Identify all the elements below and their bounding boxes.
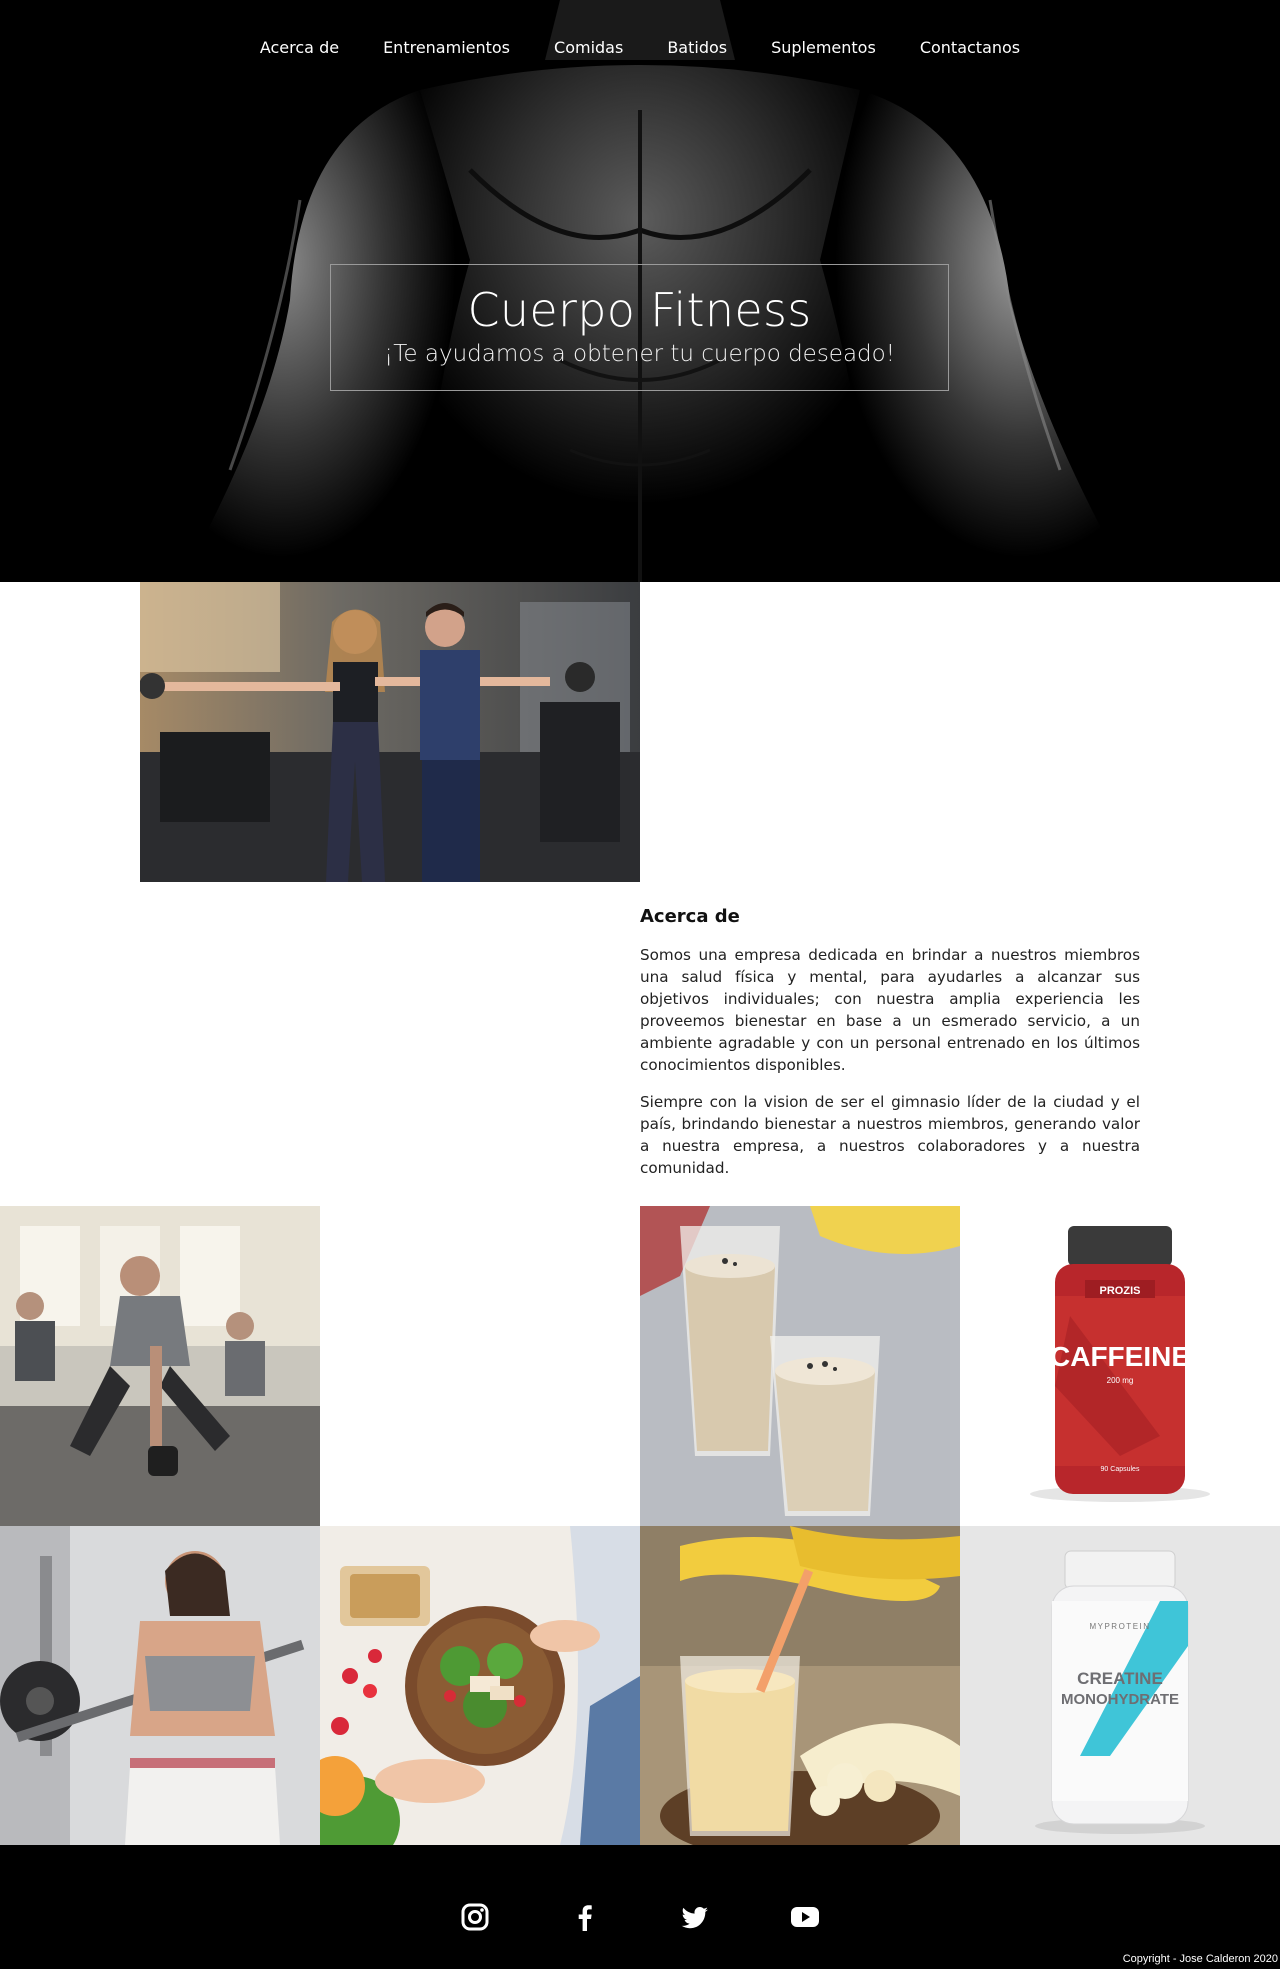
woman-barbell-photo bbox=[0, 1526, 320, 1845]
twitter-icon[interactable] bbox=[679, 1901, 711, 1933]
caffeine-count-text: 90 Capsules bbox=[1101, 1466, 1140, 1473]
about-heading: Acerca de bbox=[640, 906, 740, 927]
about-section: Acerca de Somos una empresa dedicada en … bbox=[640, 906, 1140, 1194]
banana-smoothie-photo bbox=[640, 1526, 960, 1845]
social-links bbox=[0, 1901, 1280, 1933]
creatine-brand-text: MYPROTEIN bbox=[1089, 1622, 1150, 1631]
caffeine-brand-text: PROZIS bbox=[1100, 1285, 1141, 1297]
instagram-icon[interactable] bbox=[459, 1901, 491, 1933]
about-paragraph-1: Somos una empresa dedicada en brindar a … bbox=[640, 946, 1140, 1074]
creatine-name-line2: MONOHYDRATE bbox=[1061, 1691, 1179, 1708]
caffeine-dose-text: 200 mg bbox=[1107, 1376, 1134, 1385]
nav-link-suplementos[interactable]: Suplementos bbox=[749, 38, 898, 57]
gym-trainer-photo bbox=[140, 582, 640, 882]
salad-bowl-photo bbox=[320, 1526, 640, 1845]
nav-link-contactanos[interactable]: Contactanos bbox=[898, 38, 1042, 57]
creatine-name-line1: CREATINE bbox=[1077, 1669, 1163, 1688]
copyright-text: Copyright - Jose Calderon 2020 bbox=[1122, 1953, 1278, 1965]
nav-link-batidos[interactable]: Batidos bbox=[645, 38, 749, 57]
hero-section: Acerca de Entrenamientos Comidas Batidos… bbox=[0, 0, 1280, 582]
creatine-supplement-photo: MYPROTEIN CREATINE MONOHYDRATE bbox=[960, 1526, 1280, 1845]
caffeine-name-text: CAFFEINE bbox=[1050, 1341, 1190, 1372]
main-nav: Acerca de Entrenamientos Comidas Batidos… bbox=[0, 38, 1280, 57]
nav-link-comidas[interactable]: Comidas bbox=[532, 38, 645, 57]
kettlebell-training-photo bbox=[0, 1206, 320, 1526]
nav-link-acerca-de[interactable]: Acerca de bbox=[238, 38, 361, 57]
facebook-icon[interactable] bbox=[569, 1901, 601, 1933]
hero-title: Cuerpo Fitness bbox=[467, 283, 812, 337]
protein-shake-glasses-photo bbox=[640, 1206, 960, 1526]
nav-link-entrenamientos[interactable]: Entrenamientos bbox=[361, 38, 532, 57]
hero-subtitle: ¡Te ayudamos a obtener tu cuerpo deseado… bbox=[384, 341, 895, 367]
caffeine-supplement-photo: PROZIS CAFFEINE 200 mg 90 Capsules bbox=[960, 1206, 1280, 1526]
footer: Copyright - Jose Calderon 2020 bbox=[0, 1845, 1280, 1969]
hero-title-box: Cuerpo Fitness ¡Te ayudamos a obtener tu… bbox=[330, 264, 949, 391]
about-paragraph-2: Siempre con la vision de ser el gimnasio… bbox=[640, 1093, 1140, 1177]
youtube-icon[interactable] bbox=[789, 1901, 821, 1933]
